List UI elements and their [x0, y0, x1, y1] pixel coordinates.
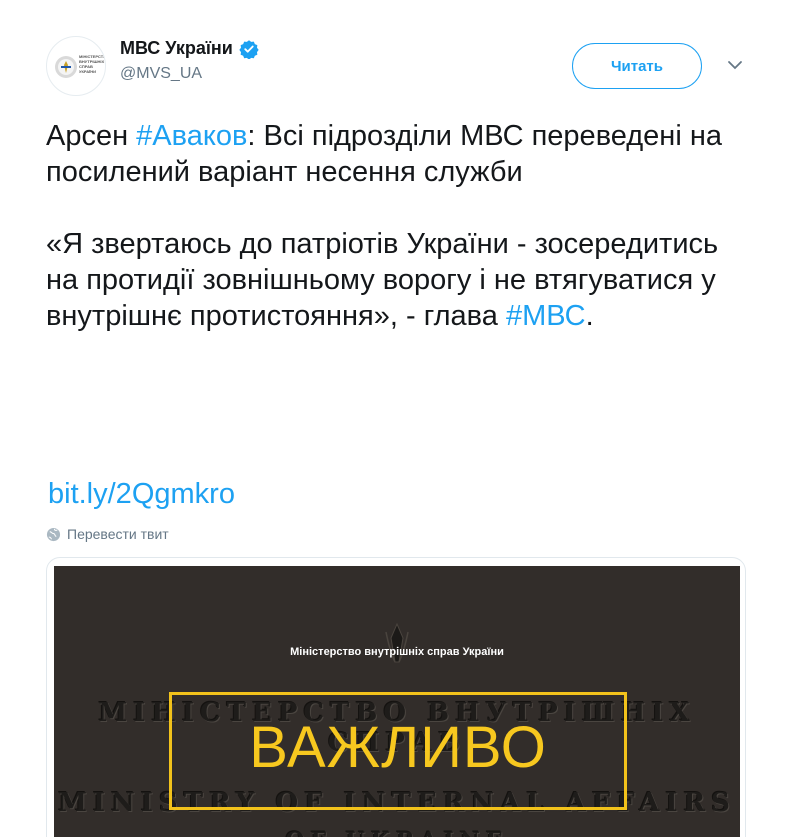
display-name[interactable]: МВС України [120, 38, 259, 59]
hashtag-avakov[interactable]: #Аваков [136, 120, 247, 152]
verified-badge-icon [239, 39, 259, 59]
translate-tweet-button[interactable]: Перевести твит [46, 526, 169, 542]
account-avatar[interactable]: МІНІСТЕРСТВО ВНУТРІШНІХ СПРАВ УКРАЇНИ [46, 36, 106, 96]
card-caption: Міністерство внутрішніх справ України [290, 646, 504, 658]
follow-button[interactable]: Читать [572, 43, 702, 89]
tweet-paragraph-1: Арсен #Аваков: Всі підрозділи МВС переве… [46, 118, 746, 190]
translate-label: Перевести твит [67, 526, 169, 542]
plaque-line-country: OF UKRAINE [54, 828, 740, 837]
tweet-text: Арсен #Аваков: Всі підрозділи МВС переве… [46, 118, 746, 334]
globe-icon [46, 527, 61, 541]
tweet-text-segment: Арсен [46, 120, 137, 152]
avatar-caption: МІНІСТЕРСТВО ВНУТРІШНІХ СПРАВ УКРАЇНИ [79, 54, 106, 74]
card-image: Міністерство внутрішніх справ України МІ… [54, 566, 740, 837]
tweet-text-segment: «Я звертаюсь до патріотів України - зосе… [46, 228, 719, 332]
tweet-link[interactable]: bit.ly/2Qgmkro [48, 478, 235, 511]
chevron-down-icon[interactable] [726, 56, 744, 74]
card-headline: ВАЖЛИВО [249, 715, 547, 780]
tweet-paragraph-2: «Я звертаюсь до патріотів України - зосе… [46, 226, 746, 334]
hashtag-mvs[interactable]: #МВС [506, 300, 586, 332]
account-handle[interactable]: @MVS_UA [120, 65, 259, 83]
link-card[interactable]: Міністерство внутрішніх справ України МІ… [46, 557, 746, 837]
tweet-header: МІНІСТЕРСТВО ВНУТРІШНІХ СПРАВ УКРАЇНИ МВ… [46, 34, 756, 98]
account-names: МВС України @MVS_UA [120, 38, 259, 83]
tweet-text-segment: . [585, 300, 594, 332]
display-name-text: МВС України [120, 38, 233, 58]
